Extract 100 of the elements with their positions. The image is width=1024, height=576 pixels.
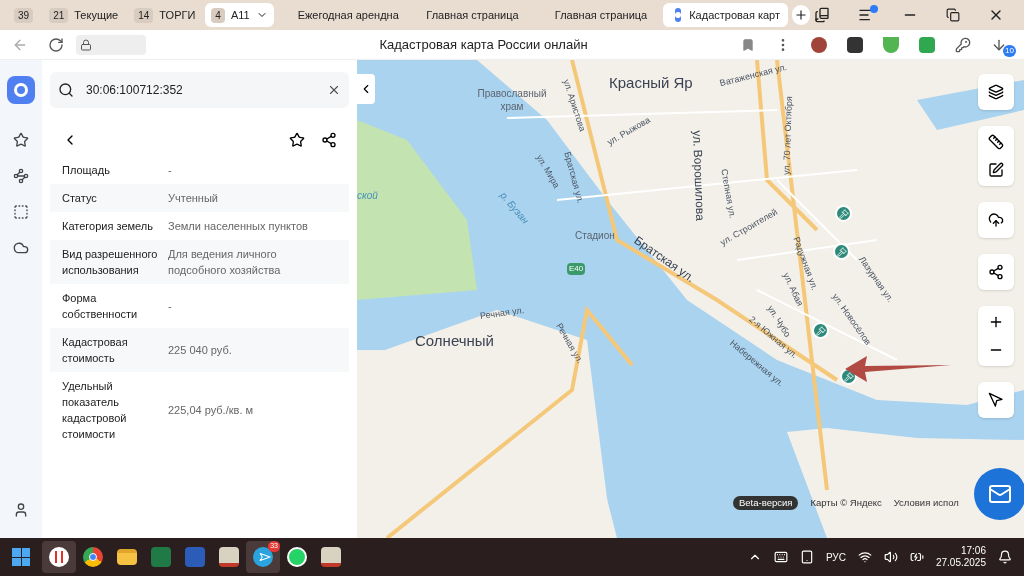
user-icon[interactable] — [13, 502, 29, 518]
tab-group[interactable]: 14 ТОРГИ — [128, 3, 202, 27]
app-logo-icon[interactable] — [7, 76, 35, 104]
edit-icon[interactable] — [988, 162, 1004, 178]
bookmarks-panel-icon[interactable] — [814, 7, 830, 23]
route-badge: E40 — [567, 263, 586, 275]
field-value: - — [168, 163, 173, 178]
extension-icon[interactable] — [811, 36, 828, 53]
clock-date[interactable]: 27.05.2025 — [935, 557, 986, 570]
search-icon — [58, 82, 74, 98]
notification-icon[interactable] — [998, 550, 1012, 564]
restore-icon[interactable] — [946, 8, 960, 22]
collapse-panel-button[interactable] — [357, 74, 375, 104]
document-icon — [185, 547, 205, 567]
tab-group[interactable]: 4 А11 — [205, 3, 274, 27]
map-label: Красный Яр — [609, 74, 693, 93]
cloud-upload-icon — [988, 212, 1004, 228]
browser-tab[interactable]: Кадастровая карт — [663, 3, 788, 27]
tab-group[interactable]: 39 — [8, 3, 40, 27]
selection-icon[interactable] — [13, 204, 29, 220]
downloads-badge: 10 — [1003, 44, 1016, 57]
url-field[interactable] — [76, 34, 146, 55]
tab-count: 14 — [134, 7, 154, 23]
bookmark-icon[interactable] — [741, 37, 756, 52]
favorite-icon[interactable] — [289, 132, 305, 148]
language-indicator[interactable]: РУС — [825, 549, 846, 565]
search-value: 30:06:100712:352 — [86, 82, 183, 99]
navigation-arrow-icon — [988, 392, 1004, 408]
map-label: ул. Ворошилова — [689, 130, 708, 221]
tab-count: 39 — [14, 7, 34, 23]
map-label: Речная ул. — [479, 304, 525, 323]
clear-icon[interactable] — [327, 83, 341, 97]
map-label: ской — [357, 190, 378, 203]
ruler-icon[interactable] — [988, 134, 1004, 150]
shield-icon[interactable] — [883, 36, 900, 53]
taskbar-app[interactable] — [42, 541, 76, 573]
share-icon — [988, 264, 1004, 280]
battery-icon[interactable] — [909, 550, 924, 564]
chrome-icon — [83, 547, 103, 567]
share-icon[interactable] — [321, 132, 337, 148]
layers-button[interactable] — [978, 74, 1014, 110]
field-value: 225 040 руб. — [168, 343, 233, 358]
clock-time[interactable]: 17:06 — [960, 544, 986, 557]
field-label: Площадь — [62, 163, 111, 178]
spreadsheet-icon — [151, 547, 171, 567]
volume-icon[interactable] — [883, 550, 898, 564]
keyboard-icon[interactable] — [773, 550, 788, 564]
browser-tab[interactable]: Главная страница — [406, 3, 531, 27]
tab-group-label: Текущие — [74, 7, 119, 23]
tab-title: Кадастровая карт — [689, 7, 780, 23]
tab-title: Ежегодная арендна — [297, 7, 399, 23]
folder-icon — [117, 549, 137, 565]
tab-count: 21 — [49, 7, 69, 23]
tab-group-label: ТОРГИ — [159, 7, 196, 23]
map-label: Стадион — [575, 230, 615, 243]
map-label: Братская ул. — [561, 150, 586, 205]
field-value: Учтенный — [168, 191, 219, 206]
start-icon[interactable] — [12, 548, 30, 566]
tab-group[interactable]: 21 Текущие — [43, 3, 125, 27]
attribution-text[interactable]: Карты © Яндекс — [810, 495, 882, 510]
lock-icon — [80, 38, 92, 51]
upload-button[interactable] — [978, 202, 1014, 238]
polygon-icon[interactable] — [13, 168, 29, 184]
terms-link[interactable]: Условия испол — [893, 495, 959, 510]
field-label: Вид разрешенного использования — [62, 247, 158, 278]
tab-count: 4 — [211, 7, 225, 23]
tab-group-label: А11 — [230, 7, 250, 23]
map-label: Степная ул. — [718, 168, 738, 219]
page-title: Кадастровая карта России онлайн — [378, 35, 589, 54]
passwords-icon[interactable] — [955, 36, 972, 53]
map-label: ул. Абая — [780, 271, 806, 309]
tab-title: Главная страница — [554, 7, 648, 23]
whatsapp-icon — [287, 547, 307, 567]
zoom-in-icon[interactable] — [988, 314, 1004, 330]
search-field[interactable]: 30:06:100712:352 — [50, 72, 349, 108]
site-logo-icon — [675, 8, 682, 22]
field-value: 225,04 руб./кв. м — [168, 403, 255, 418]
reload-icon[interactable] — [48, 36, 64, 53]
locate-button[interactable] — [978, 382, 1014, 418]
field-label: Статус — [62, 191, 98, 206]
pdf-app-icon — [321, 547, 341, 567]
browser-tab[interactable]: Ежегодная арендна — [277, 3, 403, 27]
browser-tab[interactable]: Главная страница — [534, 3, 660, 27]
telegram-icon — [253, 547, 273, 567]
field-value: - — [168, 299, 173, 314]
wifi-icon[interactable] — [857, 550, 872, 564]
field-label: Кадастровая стоимость — [62, 335, 129, 366]
cloud-icon[interactable] — [13, 240, 29, 256]
share-button[interactable] — [978, 254, 1014, 290]
new-tab-button[interactable] — [791, 5, 810, 25]
field-value: Земли населенных пунктов — [168, 219, 309, 234]
plus-icon — [793, 8, 808, 22]
tab-title: Главная страница — [426, 7, 519, 23]
favorites-icon[interactable] — [13, 132, 29, 148]
pdf-app-icon — [219, 547, 239, 567]
field-label: Категория земель — [62, 219, 154, 234]
map-label: Солнечный — [415, 332, 494, 351]
extension-icon[interactable] — [847, 36, 864, 53]
tablet-icon[interactable] — [799, 550, 814, 564]
map-label: ул. 70 лет Октября — [781, 96, 796, 176]
